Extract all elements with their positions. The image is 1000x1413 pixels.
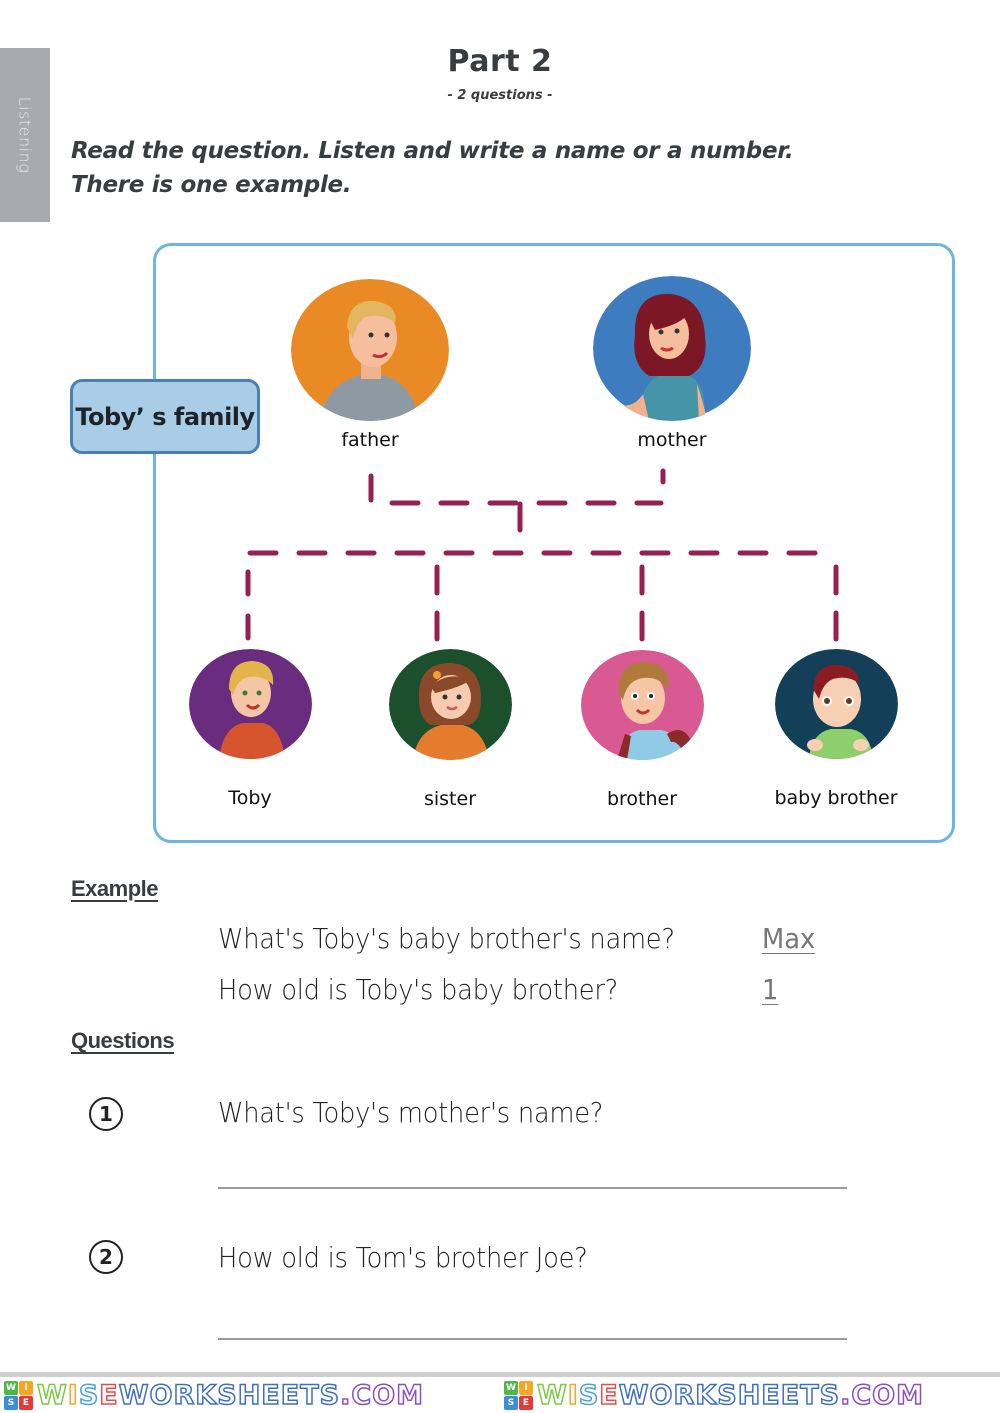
brand-letter: W [118, 1379, 150, 1412]
brand-letter: W [36, 1379, 68, 1412]
family-member-baby-brother: baby brother [762, 649, 910, 809]
question-2-answer-field[interactable] [218, 1338, 847, 1340]
baby-brother-label: baby brother [774, 787, 898, 809]
mother-label: mother [637, 429, 707, 451]
brand-letter: S [716, 1379, 738, 1412]
wise-logo-icon: WISE [4, 1380, 33, 1410]
logo-letter: S [4, 1395, 18, 1410]
brand-letter: C [851, 1379, 873, 1412]
brand-letter: K [195, 1379, 218, 1412]
brand-letter: O [149, 1379, 174, 1412]
side-tab-label: Listening [15, 96, 35, 174]
logo-letter: E [519, 1395, 533, 1410]
brand-letter: T [799, 1379, 820, 1412]
brand-letter: S [578, 1379, 600, 1412]
questions-heading: Questions [71, 1028, 175, 1053]
example-answer-1: Max [762, 922, 816, 955]
brand-letter: W [618, 1379, 650, 1412]
brand-letter: C [351, 1379, 373, 1412]
baby-brother-portrait [774, 649, 898, 759]
brand-letter: S [319, 1379, 341, 1412]
brand-letter: S [78, 1379, 100, 1412]
brand-letter: S [819, 1379, 841, 1412]
logo-letter: S [504, 1395, 518, 1410]
brand-letter: S [216, 1379, 238, 1412]
family-member-father: father [290, 279, 450, 451]
instruction-line-1: Read the question. Listen and write a na… [71, 138, 794, 164]
brand-letter: W [536, 1379, 568, 1412]
sister-label: sister [423, 788, 477, 810]
toby-portrait [188, 649, 312, 759]
brand-letter: M [895, 1379, 924, 1412]
example-heading: Example [71, 876, 159, 901]
logo-letter: E [19, 1395, 33, 1410]
brand-letter: O [371, 1379, 397, 1412]
brand-text: WISEWORKSHEETS.COM [536, 1379, 924, 1412]
brand-letter: H [737, 1379, 762, 1412]
logo-letter: I [19, 1380, 33, 1395]
brand-letter: M [395, 1379, 424, 1412]
family-member-toby: Toby [186, 649, 314, 809]
brand-letter: T [299, 1379, 320, 1412]
brand-letter: H [237, 1379, 262, 1412]
question-1-text: What's Toby's mother's name? [218, 1096, 604, 1129]
mother-avatar-icon [593, 276, 751, 421]
example-question-1: What's Toby's baby brother's name? [218, 922, 675, 955]
page-subtitle: - 2 questions - [447, 88, 553, 103]
brand-text: WISEWORKSHEETS.COM [36, 1379, 424, 1412]
brand-letter: O [649, 1379, 674, 1412]
question-number-1: 1 [89, 1097, 123, 1131]
family-member-sister: sister [386, 649, 514, 810]
brand-letter: R [173, 1379, 196, 1412]
father-label: father [341, 429, 399, 451]
family-member-brother: brother [578, 650, 706, 810]
brother-label: brother [606, 788, 678, 810]
brand-letter: . [339, 1379, 352, 1412]
brand-letter: R [673, 1379, 696, 1412]
brand-letter: E [261, 1379, 281, 1412]
family-tag: Toby’ s family [70, 379, 260, 454]
logo-letter: W [4, 1380, 18, 1395]
question-2-text: How old is Tom's brother Joe? [218, 1241, 588, 1274]
logo-letter: I [519, 1380, 533, 1395]
toby-avatar-icon [188, 649, 312, 759]
brand-letter: K [695, 1379, 718, 1412]
brand-letter: E [99, 1379, 119, 1412]
baby-brother-avatar-icon [774, 649, 898, 759]
brand-watermark-2: WISE WISEWORKSHEETS.COM [500, 1377, 1000, 1413]
brand-letter: I [567, 1379, 579, 1412]
example-question-2: How old is Toby's baby brother? [218, 973, 619, 1006]
brother-avatar-icon [580, 650, 704, 760]
footer-watermark: WISE WISEWORKSHEETS.COM WISE WISEWORKSHE… [0, 1372, 1000, 1413]
mother-portrait [593, 276, 751, 421]
brand-letter: I [67, 1379, 79, 1412]
instruction-line-2: There is one example. [71, 172, 352, 198]
brand-letter: E [280, 1379, 301, 1412]
sister-avatar-icon [388, 649, 512, 760]
family-member-mother: mother [592, 276, 752, 451]
sister-portrait [388, 649, 512, 760]
page-title: Part 2 [447, 44, 553, 79]
toby-label: Toby [228, 787, 272, 809]
logo-letter: W [504, 1380, 518, 1395]
brand-letter: . [839, 1379, 852, 1412]
brand-letter: O [871, 1379, 897, 1412]
brand-watermark-1: WISE WISEWORKSHEETS.COM [0, 1377, 500, 1413]
father-portrait [291, 279, 449, 421]
brand-letter: E [599, 1379, 619, 1412]
instructions: Read the question. Listen and write a na… [71, 134, 794, 202]
example-answer-2: 1 [762, 973, 779, 1006]
brother-portrait [580, 650, 704, 760]
brand-letter: E [761, 1379, 781, 1412]
question-number-2: 2 [89, 1240, 123, 1274]
father-avatar-icon [291, 279, 449, 421]
wise-logo-icon: WISE [504, 1380, 533, 1410]
brand-letter: E [780, 1379, 801, 1412]
question-1-answer-field[interactable] [218, 1187, 847, 1189]
